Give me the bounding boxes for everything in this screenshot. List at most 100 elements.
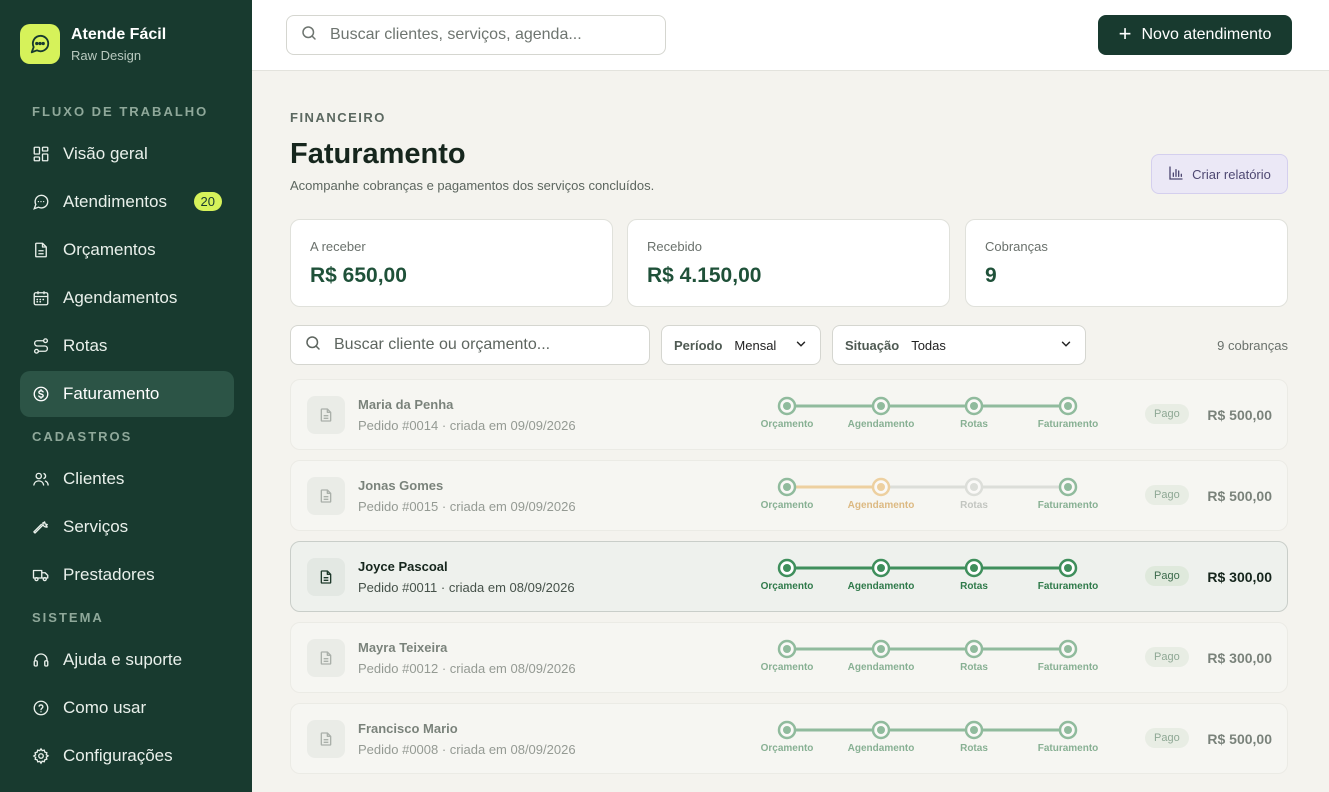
sidebar-item-label: Rotas <box>63 336 108 355</box>
global-search[interactable] <box>286 15 666 55</box>
page-subtitle: Acompanhe cobranças e pagamentos dos ser… <box>290 178 655 193</box>
plus-icon: + <box>1118 21 1132 46</box>
status-select[interactable]: Situação Todas <box>832 325 1086 365</box>
create-report-label: Criar relatório <box>1192 166 1271 182</box>
stage-label: Orçamento <box>760 419 814 430</box>
stage-label: Rotas <box>960 743 988 754</box>
document-icon <box>307 558 345 596</box>
sidebar-item-configuracoes[interactable]: Configurações <box>20 733 234 779</box>
stage-label: Agendamento <box>847 743 915 754</box>
document-icon <box>32 241 50 259</box>
stage-track <box>777 558 1078 578</box>
stage-node-dot <box>970 483 978 491</box>
stage-progress: Orçamento Agendamento Rotas Faturamento <box>761 718 1127 762</box>
card-value: R$ 4.150,00 <box>647 264 762 287</box>
invoice-amount: R$ 500,00 <box>1207 407 1272 423</box>
gear-icon <box>32 747 50 765</box>
stage-progress: Orçamento Agendamento Rotas Faturamento <box>761 475 1127 519</box>
new-atendimento-button[interactable]: + Novo atendimento <box>1098 15 1292 55</box>
sidebar-item-label: Prestadores <box>63 565 155 584</box>
dollar-icon <box>32 385 50 403</box>
bar-chart-icon <box>1168 165 1184 184</box>
stage-label: Rotas <box>960 581 988 592</box>
sidebar-item-rotas[interactable]: Rotas <box>20 323 234 369</box>
stage-label: Orçamento <box>760 500 814 511</box>
sidebar-item-orcamentos[interactable]: Orçamentos <box>20 227 234 273</box>
sidebar-item-ajuda[interactable]: Ajuda e suporte <box>20 637 234 683</box>
stage-node-dot <box>877 726 885 734</box>
create-report-button[interactable]: Criar relatório <box>1151 154 1288 194</box>
brand[interactable]: Atende Fácil Raw Design <box>20 24 166 64</box>
stage-label: Agendamento <box>847 662 915 673</box>
stage-node-dot <box>970 645 978 653</box>
invoice-amount: R$ 300,00 <box>1207 569 1272 585</box>
stage-node-dot <box>877 483 885 491</box>
sidebar-item-faturamento[interactable]: Faturamento <box>20 371 234 417</box>
sidebar-item-label: Serviços <box>63 517 129 536</box>
stage-label: Agendamento <box>847 581 915 592</box>
stage-label: Agendamento <box>847 419 915 430</box>
invoice-search[interactable] <box>290 325 650 365</box>
sidebar-item-label: Atendimentos <box>63 192 167 211</box>
order-info: Pedido #0008 · criada em 08/09/2026 <box>358 742 576 757</box>
stage-track <box>777 639 1078 659</box>
stage-node-dot <box>877 402 885 410</box>
stage-node-dot <box>783 483 791 491</box>
stage-progress: Orçamento Agendamento Rotas Faturamento <box>761 394 1127 438</box>
status-badge: Pago <box>1145 566 1189 586</box>
sidebar-item-servicos[interactable]: Serviços <box>20 504 234 550</box>
count-badge: 20 <box>193 192 222 211</box>
card-value: 9 <box>985 264 997 287</box>
topbar: + Novo atendimento <box>252 0 1329 71</box>
sidebar-item-como-usar[interactable]: Como usar <box>20 685 234 731</box>
stage-label: Orçamento <box>760 581 814 592</box>
client-name: Maria da Penha <box>358 397 454 412</box>
card-label: Cobranças <box>985 239 1048 254</box>
section-title-cadastros: CADASTROS <box>32 429 133 444</box>
table-row[interactable]: Mayra Teixeira Pedido #0012 · criada em 0… <box>290 622 1288 693</box>
calendar-icon <box>32 289 50 307</box>
table-row[interactable]: Francisco Mario Pedido #0008 · criada em … <box>290 703 1288 774</box>
stage-node-dot <box>877 645 885 653</box>
sidebar-item-prestadores[interactable]: Prestadores <box>20 552 234 598</box>
stage-track <box>777 720 1078 740</box>
sidebar-item-clientes[interactable]: Clientes <box>20 456 234 502</box>
sidebar-item-atendimentos[interactable]: Atendimentos 20 <box>20 179 234 225</box>
sidebar-item-overview[interactable]: Visão geral <box>20 131 234 177</box>
invoice-amount: R$ 300,00 <box>1207 650 1272 666</box>
sidebar-item-label: Orçamentos <box>63 240 156 259</box>
section-title-sistema: SISTEMA <box>32 610 104 625</box>
table-row[interactable]: Joyce Pascoal Pedido #0011 · criada em 08… <box>290 541 1288 612</box>
table-row[interactable]: Jonas Gomes Pedido #0015 · criada em 09/0… <box>290 460 1288 531</box>
sidebar-item-label: Configurações <box>63 746 173 765</box>
stage-label: Faturamento <box>1037 581 1099 592</box>
order-info: Pedido #0012 · criada em 08/09/2026 <box>358 661 576 676</box>
help-circle-icon <box>32 699 50 717</box>
stage-node-dot <box>970 402 978 410</box>
stage-label: Rotas <box>960 500 988 511</box>
stage-label: Faturamento <box>1037 662 1099 673</box>
stage-label: Faturamento <box>1037 500 1099 511</box>
table-row[interactable]: Maria da Penha Pedido #0014 · criada em 0… <box>290 379 1288 450</box>
document-icon <box>307 396 345 434</box>
stage-label: Faturamento <box>1037 743 1099 754</box>
sidebar-item-label: Visão geral <box>63 144 148 163</box>
sidebar-item-agendamentos[interactable]: Agendamentos <box>20 275 234 321</box>
dashboard-icon <box>32 145 50 163</box>
stage-label: Faturamento <box>1037 419 1099 430</box>
app-name: Atende Fácil <box>71 25 167 43</box>
sidebar-item-label: Clientes <box>63 469 125 488</box>
status-badge: Pago <box>1145 485 1189 505</box>
route-icon <box>32 337 50 355</box>
period-select[interactable]: Período Mensal <box>661 325 821 365</box>
stage-node-dot <box>1064 483 1072 491</box>
users-icon <box>32 470 50 488</box>
order-info: Pedido #0015 · criada em 09/09/2026 <box>358 499 576 514</box>
client-name: Joyce Pascoal <box>358 559 448 574</box>
invoice-search-input[interactable] <box>334 336 624 354</box>
stage-node-dot <box>877 564 885 572</box>
sidebar-item-label: Ajuda e suporte <box>63 650 183 669</box>
global-search-input[interactable] <box>330 26 650 44</box>
stage-label: Rotas <box>960 662 988 673</box>
sidebar-item-label: Faturamento <box>63 384 160 403</box>
